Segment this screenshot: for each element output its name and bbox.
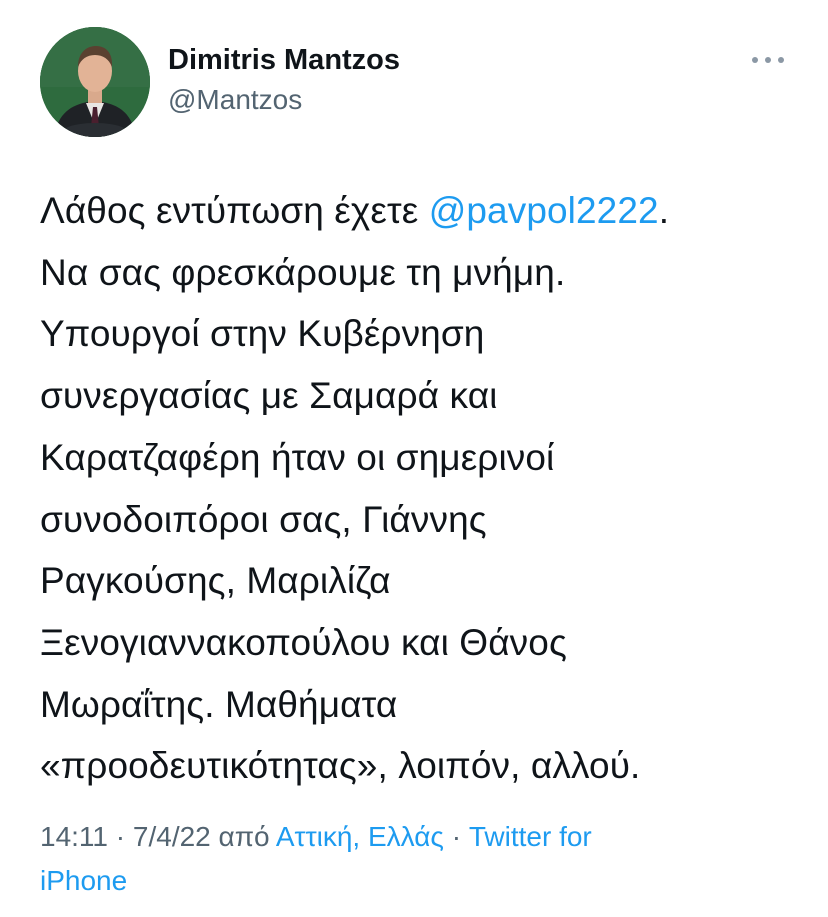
tweet-card: Dimitris Mantzos @Mantzos Λάθος εντύπωση… (0, 0, 828, 917)
avatar[interactable] (40, 27, 150, 137)
location-link[interactable]: Αττική, Ελλάς (276, 821, 444, 852)
tweet-line: συνοδοιπόροι σας, Γιάννης (40, 498, 487, 540)
more-dot (765, 57, 771, 63)
meta-from: από (210, 821, 276, 852)
author-handle[interactable]: @Mantzos (168, 82, 400, 118)
source-link[interactable]: Twitter for (469, 821, 592, 852)
tweet-metadata: 14:11 · 7/4/22 από Αττική, Ελλάς · Twitt… (40, 815, 800, 903)
more-dot (752, 57, 758, 63)
tweet-line: Καρατζαφέρη ήταν οι σημερινοί (40, 436, 555, 478)
mention-link[interactable]: @pavpol2222 (429, 190, 659, 231)
meta-line: 14:11 · 7/4/22 από Αττική, Ελλάς · Twitt… (40, 815, 800, 859)
tweet-line: Ξενογιαννακοπούλου και Θάνος (40, 621, 567, 663)
meta-line: iPhone (40, 859, 800, 903)
author-display-name[interactable]: Dimitris Mantzos (168, 42, 400, 78)
tweet-line: Ραγκούσης, Μαριλίζα (40, 560, 391, 602)
meta-separator: · (443, 821, 469, 852)
tweet-line: Υπουργοί στην Κυβέρνηση (40, 313, 485, 355)
author-info: Dimitris Mantzos @Mantzos (168, 42, 400, 118)
tweet-text-segment: . (658, 190, 670, 231)
tweet-line: Λάθος εντύπωση έχετε @pavpol2222. (40, 180, 800, 242)
profile-photo (40, 27, 150, 137)
tweet-line: Να σας φρεσκάρουμε τη μνήμη. (40, 251, 566, 293)
meta-separator: · (108, 821, 133, 852)
source-link-continued[interactable]: iPhone (40, 865, 127, 896)
tweet-line: «προοδευτικότητας», λοιπόν, αλλού. (40, 745, 641, 787)
more-dot (778, 57, 784, 63)
tweet-line: συνεργασίας με Σαμαρά και (40, 375, 498, 417)
more-horizontal-icon[interactable] (752, 55, 784, 65)
tweet-date[interactable]: 7/4/22 (133, 821, 211, 852)
tweet-text: Λάθος εντύπωση έχετε @pavpol2222. Να σας… (40, 180, 800, 797)
tweet-line: Μωραΐτης. Μαθήματα (40, 683, 398, 725)
tweet-text-segment: Λάθος εντύπωση έχετε (40, 190, 429, 231)
tweet-time[interactable]: 14:11 (40, 821, 108, 852)
